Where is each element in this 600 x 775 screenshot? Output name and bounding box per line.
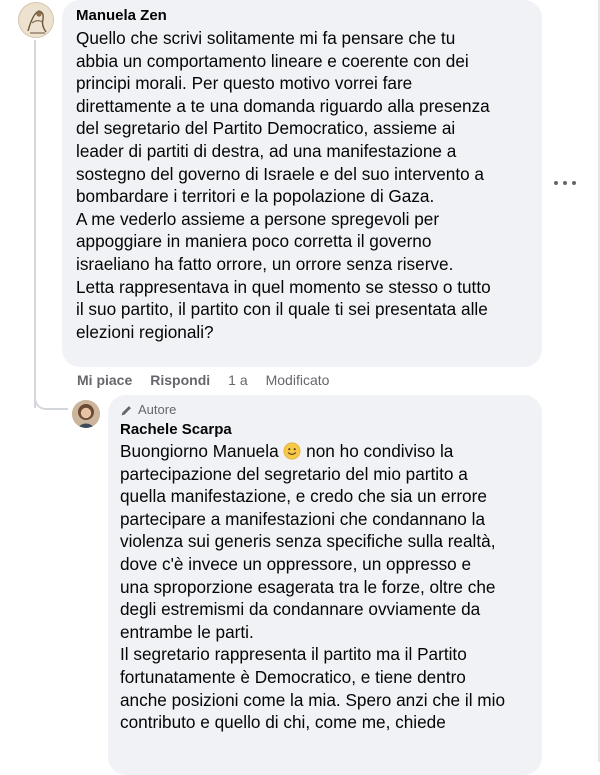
slightly-smiling-face-emoji [283,442,301,460]
author-badge-label: Autore [138,402,177,417]
comment-text: Quello che scrivi solitamente mi fa pens… [76,28,491,342]
reply-button[interactable]: Rispondi [150,371,210,389]
edited-label[interactable]: Modificato [266,371,330,389]
comment-actions-bar: Mi piace Rispondi 1 a Modificato [77,371,347,389]
more-options-icon[interactable] [554,176,576,190]
reply-text-lead: Buongiorno Manuela [120,441,284,461]
thread-connector-elbow [34,394,68,410]
reply-bubble: Autore Rachele Scarpa Buongiorno Manuela… [108,395,542,775]
avatar-manuela-zen[interactable] [18,2,54,38]
avatar-photo-icon [72,400,100,428]
reply-text-body: non ho condiviso la partecipazione del s… [120,441,505,733]
reply-author-name[interactable]: Rachele Scarpa [120,420,530,440]
avatar-rachele-scarpa[interactable] [72,400,100,428]
reply-text: Buongiorno Manuela non ho condiviso la p… [120,440,530,734]
comment-author-name[interactable]: Manuela Zen [76,6,528,26]
avatar-illustration-icon [19,3,53,37]
author-badge: Autore [120,401,530,419]
comment-timestamp[interactable]: 1 a [228,371,247,389]
thread-connector-line [34,40,36,408]
comment-bubble: Manuela Zen Quello che scrivi solitament… [62,0,542,367]
like-button[interactable]: Mi piace [77,371,132,389]
pencil-icon [121,404,132,415]
